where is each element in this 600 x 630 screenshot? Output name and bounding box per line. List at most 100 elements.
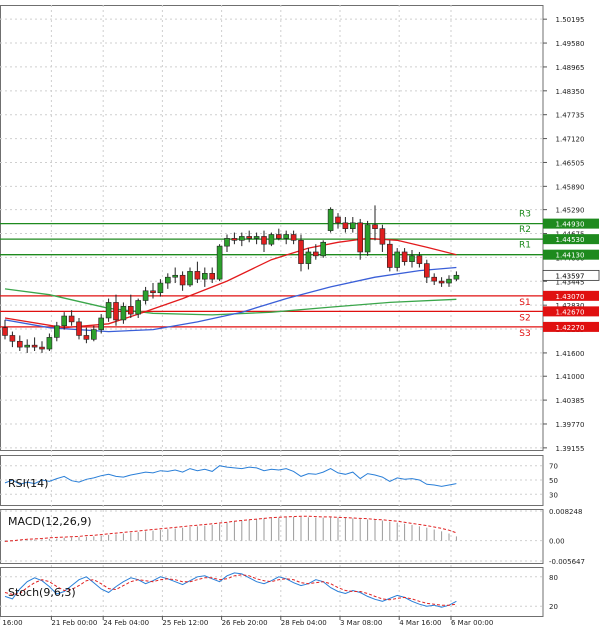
level-name-r2: R2 <box>519 225 531 235</box>
candle-body <box>39 346 45 350</box>
candle-body <box>128 306 134 315</box>
candle-body <box>202 273 208 280</box>
price-panel: R3 R2 R1 S1 S2 S3 <box>0 205 543 353</box>
rsi-label: RSI(14) <box>8 477 48 490</box>
price-tick-label: 1.39770 <box>556 421 585 429</box>
price-tick-label: 1.39155 <box>556 445 585 453</box>
candle-body <box>157 282 164 294</box>
candle-body <box>357 222 364 253</box>
candle-body <box>9 335 16 342</box>
forex-chart: R3 R2 R1 S1 S2 S3 RSI(14) MACD(12,26,9) Stoch… <box>0 5 600 627</box>
candle-body <box>364 224 371 253</box>
candle-body <box>68 315 75 323</box>
candle-body <box>76 321 82 336</box>
level-name-s3: S3 <box>519 329 530 339</box>
candle-body <box>246 236 252 239</box>
candle-body <box>290 234 297 241</box>
stoch-panel: Stoch(9,6,3) <box>4 572 457 608</box>
macd-tick-label: 0.008248 <box>549 508 582 516</box>
rsi-tick-label: 30 <box>549 491 558 499</box>
candle-body <box>194 271 201 280</box>
time-tick-label: 21 Feb 00:00 <box>51 619 97 627</box>
candle-body <box>16 340 23 348</box>
price-tick-label: 1.48350 <box>556 88 585 96</box>
price-tick-label: 1.45890 <box>556 183 585 191</box>
time-tick-label: 3 Mar 08:00 <box>340 619 382 627</box>
level-name-r3: R3 <box>519 210 531 220</box>
candle-body <box>431 276 438 282</box>
time-tick-label: 25 Feb 12:00 <box>162 619 208 627</box>
level-name-s2: S2 <box>519 313 530 323</box>
candle-body <box>91 329 97 340</box>
candle-body <box>2 327 8 336</box>
price-tick-label: 1.47120 <box>556 136 585 144</box>
candle-body <box>187 271 193 286</box>
rsi-panel: RSI(14) <box>4 465 457 490</box>
candle-body <box>409 255 415 262</box>
time-tick-label: 28 Feb 04:00 <box>281 619 327 627</box>
candle-body <box>31 344 38 348</box>
candle-body <box>253 236 260 239</box>
candle-body <box>283 234 290 239</box>
macd-label: MACD(12,26,9) <box>8 515 92 528</box>
level-value-r3: 1.44930 <box>556 221 585 229</box>
time-tick-label: 26 Feb 20:00 <box>222 619 268 627</box>
time-tick-label: 24 Feb 04:00 <box>103 619 149 627</box>
candle-body <box>150 290 156 294</box>
candle-body <box>349 222 356 229</box>
level-value-s2: 1.42670 <box>556 308 585 316</box>
candle-body <box>298 240 304 264</box>
candle-body <box>401 251 408 262</box>
candle-body <box>453 274 460 280</box>
rsi-line <box>4 465 457 487</box>
candle-body <box>216 245 223 280</box>
candle-body <box>239 236 245 241</box>
time-tick-label: 4 Mar 16:00 <box>399 619 441 627</box>
candle-body <box>261 236 267 245</box>
stoch-tick-label: 80 <box>549 574 558 582</box>
candle-body <box>342 222 349 229</box>
candle-body <box>105 302 112 319</box>
candle-body <box>446 278 452 284</box>
macd-tick-label: -0.005647 <box>549 558 585 566</box>
candle-body <box>98 317 104 330</box>
price-tick-label: 1.46505 <box>556 159 585 167</box>
price-tick-label: 1.41600 <box>556 350 585 358</box>
level-name-r1: R1 <box>519 241 531 251</box>
rsi-tick-label: 50 <box>549 477 558 485</box>
candle-body <box>209 273 215 280</box>
candle-body <box>172 274 178 278</box>
price-tick-label: 1.47735 <box>556 112 585 120</box>
candle-body <box>135 300 141 315</box>
candle-body <box>386 243 393 268</box>
current-price-label: 1.43597 <box>556 272 585 280</box>
level-name-s1: S1 <box>519 298 530 308</box>
candle-body <box>113 302 119 321</box>
price-tick-label: 1.48965 <box>556 64 585 72</box>
level-value-r1: 1.44130 <box>556 252 585 260</box>
candle-body <box>53 325 60 338</box>
candle-body <box>416 255 423 264</box>
candle-body <box>224 238 230 247</box>
price-tick-label: 1.40385 <box>556 397 585 405</box>
candle-body <box>231 238 238 241</box>
candle-body <box>372 224 378 229</box>
stoch-panel-frame <box>0 567 544 617</box>
candle-body <box>61 315 68 327</box>
candle-body <box>120 306 127 321</box>
price-tick-label: 1.41000 <box>556 373 585 381</box>
rsi-tick-label: 70 <box>549 463 558 471</box>
candle-body <box>312 251 319 257</box>
candle-body <box>179 274 186 286</box>
candle-body <box>142 290 149 301</box>
level-value-r2: 1.44530 <box>556 236 585 244</box>
time-tick-label: 6 Mar 00:00 <box>451 619 493 627</box>
candle-body <box>379 228 386 245</box>
main-panel-frame <box>0 5 544 451</box>
candle-body <box>24 344 31 348</box>
candle-body <box>46 337 53 350</box>
time-tick-label: 20 Feb 16:00 <box>0 619 23 627</box>
candle-body <box>83 335 90 340</box>
price-tick-label: 1.50195 <box>556 16 585 24</box>
stoch-label: Stoch(9,6,3) <box>8 586 76 599</box>
